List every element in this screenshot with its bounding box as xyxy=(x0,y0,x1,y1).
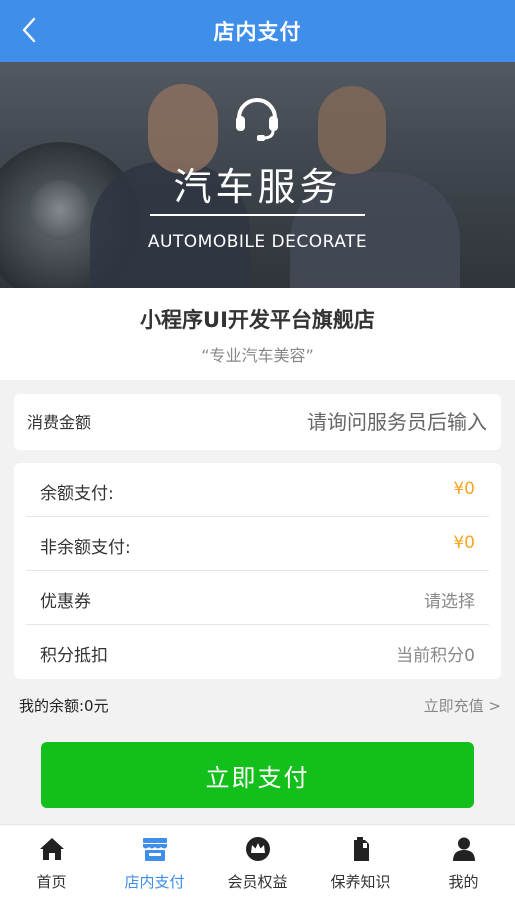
tab-home-label: 首页 xyxy=(36,873,67,891)
banner-divider xyxy=(150,214,365,216)
balance-pay-row: 余额支付: ¥0 xyxy=(26,463,489,517)
payment-details-card: 余额支付: ¥0 非余额支付: ¥0 优惠券 请选择 积分抵扣 当前积分0 xyxy=(14,463,501,679)
banner-subtitle: AUTOMOBILE DECORATE xyxy=(147,232,368,252)
tab-mine-label: 我的 xyxy=(448,873,479,891)
tab-home[interactable]: 首页 xyxy=(0,825,103,900)
tab-store-pay[interactable]: 店内支付 xyxy=(103,825,206,900)
amount-card: 消费金额 xyxy=(14,394,501,450)
balance-row: 我的余额:0元 立即充值 > xyxy=(0,690,515,720)
headset-icon xyxy=(236,98,278,141)
user-icon xyxy=(452,837,475,861)
tab-store-pay-label: 店内支付 xyxy=(124,873,185,891)
app-root: 店内支付 汽车服务 AUTOMOBILE DECORATE 小程序UI开发平台旗… xyxy=(0,0,515,900)
tab-maintenance-knowledge[interactable]: 保养知识 xyxy=(309,825,412,900)
store-slogan: “专业汽车美容” xyxy=(201,346,314,365)
non-balance-pay-row: 非余额支付: ¥0 xyxy=(26,517,489,571)
store-info: 小程序UI开发平台旗舰店 “专业汽车美容” xyxy=(0,288,515,380)
store-name: 小程序UI开发平台旗舰店 xyxy=(140,308,375,332)
tab-mine[interactable]: 我的 xyxy=(412,825,515,900)
recharge-link[interactable]: 立即充值 > xyxy=(424,695,501,716)
balance-pay-label: 余额支付: xyxy=(40,484,114,504)
store-icon xyxy=(142,838,167,861)
back-button[interactable] xyxy=(14,12,44,48)
chevron-left-icon xyxy=(22,17,36,43)
non-balance-pay-value: ¥0 xyxy=(453,533,475,553)
amount-input[interactable] xyxy=(227,404,487,440)
banner-title: 汽车服务 xyxy=(173,165,342,209)
banner-image: 汽车服务 AUTOMOBILE DECORATE xyxy=(0,62,515,288)
tab-maintenance-knowledge-label: 保养知识 xyxy=(330,873,391,891)
non-balance-pay-label: 非余额支付: xyxy=(40,538,131,558)
tab-member-benefits[interactable]: 会员权益 xyxy=(206,825,309,900)
coupon-row[interactable]: 优惠券 请选择 xyxy=(26,571,489,625)
my-balance-text: 我的余额:0元 xyxy=(19,697,109,715)
tab-member-benefits-label: 会员权益 xyxy=(227,873,288,891)
top-nav-bar: 店内支付 xyxy=(0,0,515,62)
pay-now-button[interactable]: 立即支付 xyxy=(41,742,474,808)
points-deduct-row[interactable]: 积分抵扣 当前积分0 xyxy=(26,625,489,679)
page-title: 店内支付 xyxy=(213,20,302,44)
oil-can-icon xyxy=(353,837,369,861)
bottom-tab-bar: 首页 店内支付 会员权益 保养知识 我的 xyxy=(0,824,515,900)
points-deduct-label: 积分抵扣 xyxy=(40,646,108,666)
coupon-label: 优惠券 xyxy=(40,592,91,612)
balance-pay-value: ¥0 xyxy=(453,479,475,499)
coupon-select[interactable]: 请选择 xyxy=(424,587,475,612)
crown-icon xyxy=(245,837,270,861)
points-value: 当前积分0 xyxy=(396,646,475,666)
home-icon xyxy=(39,838,64,860)
amount-label: 消费金额 xyxy=(27,413,92,432)
